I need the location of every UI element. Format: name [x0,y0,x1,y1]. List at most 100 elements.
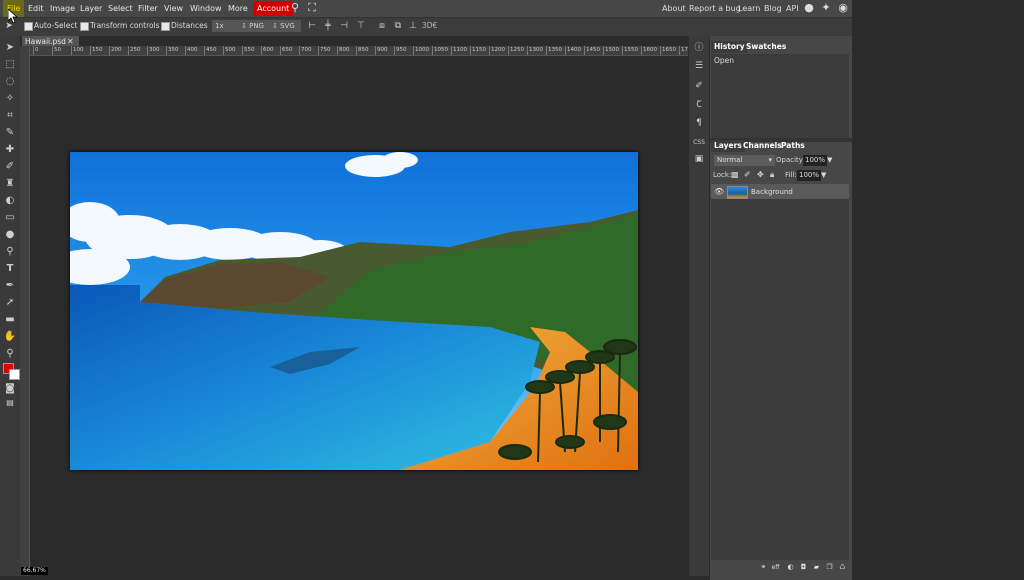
fill-input[interactable]: 100% [797,170,822,181]
lock-transparency-icon[interactable]: ▩ [731,170,739,179]
transform-controls-checkbox[interactable] [80,22,89,31]
info-icon[interactable]: ⓘ [692,41,706,55]
align-middle-icon[interactable]: ⧉ [393,20,403,32]
auto-select-label: Auto-Select [34,21,78,30]
lock-all-icon[interactable]: 🔒︎ [770,170,774,180]
zoom-level: 66.67% [21,567,48,575]
hand-tool-icon[interactable]: ✋ [3,330,17,344]
mask-icon[interactable]: ◘ [799,563,808,572]
link-blog[interactable]: Blog [764,0,782,17]
menu-select[interactable]: Select [104,0,137,17]
properties-icon[interactable]: ☰ [692,59,706,73]
distances-checkbox[interactable] [161,22,170,31]
pen-tool-icon[interactable]: ✒ [3,279,17,293]
ruler-tick: 1300 [527,46,543,55]
dodge-tool-icon[interactable]: ⚲ [3,245,17,259]
reddit-icon[interactable]: ● [803,2,815,14]
align-bottom-icon[interactable]: ⊥ [408,20,418,32]
menu-view[interactable]: View [160,0,187,17]
blend-mode-select[interactable]: Normal ▾ [714,155,775,166]
facebook-icon[interactable]: ◉ [837,2,849,14]
tab-paths[interactable]: Paths [778,140,808,152]
move-tool-icon[interactable]: ➤ [3,41,17,55]
menu-window[interactable]: Window [186,0,226,17]
mouse-cursor-icon [8,9,18,23]
hawaii-bay-photo [70,152,638,470]
export-png-button[interactable]: ⇩ PNG [238,20,270,32]
ruler-tick: 1650 [660,46,676,55]
blur-tool-icon[interactable]: ● [3,228,17,242]
export-png-label: PNG [249,22,264,30]
auto-select-checkbox[interactable] [24,22,33,31]
marquee-tool-icon[interactable]: ⬚ [3,58,17,72]
eye-icon[interactable]: 👁︎ [714,187,724,196]
quick-mask-icon[interactable]: ◙ [3,382,17,396]
document-image[interactable] [70,152,638,470]
effects-button[interactable]: eff [771,563,780,572]
distances-label: Distances [171,21,208,30]
folder-icon[interactable]: ▰ [812,563,821,572]
brush-icon[interactable]: ✐ [692,79,706,93]
paragraph-icon[interactable]: ¶ [692,116,706,130]
tab-swatches[interactable]: Swatches [743,41,789,53]
lock-move-icon[interactable]: ✥ [757,170,764,179]
lasso-tool-icon[interactable]: ◌ [3,75,17,89]
3d-button[interactable]: 3D€ [422,21,437,31]
ruler-tick: 1550 [622,46,638,55]
ruler-tick: 1000 [413,46,429,55]
fullscreen-icon[interactable]: ⛶ [306,2,318,14]
new-layer-icon[interactable]: ❐ [825,563,834,572]
align-top-icon[interactable]: ⊤ [356,20,366,32]
link-report-bug[interactable]: Report a bug [689,0,741,17]
transform-controls-label: Transform controls [90,21,160,30]
image-icon[interactable]: ▣ [692,152,706,166]
healing-brush-icon[interactable]: ✚ [3,143,17,157]
layer-name[interactable]: Background [751,188,793,196]
menu-more[interactable]: More [224,0,252,17]
menu-image[interactable]: Image [46,0,79,17]
link-api[interactable]: API [786,0,799,17]
brush-tool-icon[interactable]: ✐ [3,160,17,174]
menu-edit[interactable]: Edit [24,0,48,17]
magic-wand-icon[interactable]: ✧ [3,92,17,106]
screen-mode-icon[interactable]: ▤ [3,396,17,410]
menu-layer[interactable]: Layer [76,0,106,17]
distribute-icon[interactable]: ⧈ [377,20,387,32]
clone-stamp-icon[interactable]: ♜ [3,177,17,191]
scale-select[interactable]: 1x [212,20,238,32]
zoom-tool-icon[interactable]: ⚲ [3,347,17,361]
align-center-icon[interactable]: ╪ [323,20,333,32]
crop-tool-icon[interactable]: ⌗ [3,109,17,123]
link-layers-icon[interactable]: ⚭ [759,563,768,572]
account-button[interactable]: Account [253,1,294,16]
menu-filter[interactable]: Filter [134,0,162,17]
export-svg-button[interactable]: ⇩ SVG [269,20,301,32]
search-icon[interactable]: ⚲ [289,2,301,14]
ruler-tick: 950 [394,46,407,55]
ruler-tick: 500 [223,46,236,55]
rectangle-tool-icon[interactable]: ▬ [3,313,17,327]
opacity-input[interactable]: 100% [803,155,828,166]
lock-paint-icon[interactable]: ✐ [744,170,751,179]
background-color-swatch[interactable] [9,369,20,380]
link-about[interactable]: About [662,0,686,17]
adjustment-icon[interactable]: ◐ [786,563,795,572]
fill-dropdown-icon[interactable]: ▼ [821,171,826,179]
align-left-icon[interactable]: ⊢ [307,20,317,32]
eyedropper-icon[interactable]: ✎ [3,126,17,140]
css-icon[interactable]: CSS [692,136,706,150]
opacity-dropdown-icon[interactable]: ▼ [827,156,832,164]
eraser-tool-icon[interactable]: ◐ [3,194,17,208]
gradient-tool-icon[interactable]: ▭ [3,211,17,225]
ruler-tick: 1450 [584,46,600,55]
history-entry[interactable]: Open [714,56,734,65]
ruler-tick: 50 [52,46,61,55]
ruler-tick: 1100 [451,46,467,55]
type-tool-icon[interactable]: T [3,262,17,276]
character-icon[interactable]: Ꞇ [692,98,706,112]
link-learn[interactable]: Learn [738,0,760,17]
twitter-icon[interactable]: ✦ [820,2,832,14]
align-right-icon[interactable]: ⊣ [339,20,349,32]
trash-icon[interactable]: ♺ [838,563,847,572]
path-select-icon[interactable]: ➚ [3,296,17,310]
